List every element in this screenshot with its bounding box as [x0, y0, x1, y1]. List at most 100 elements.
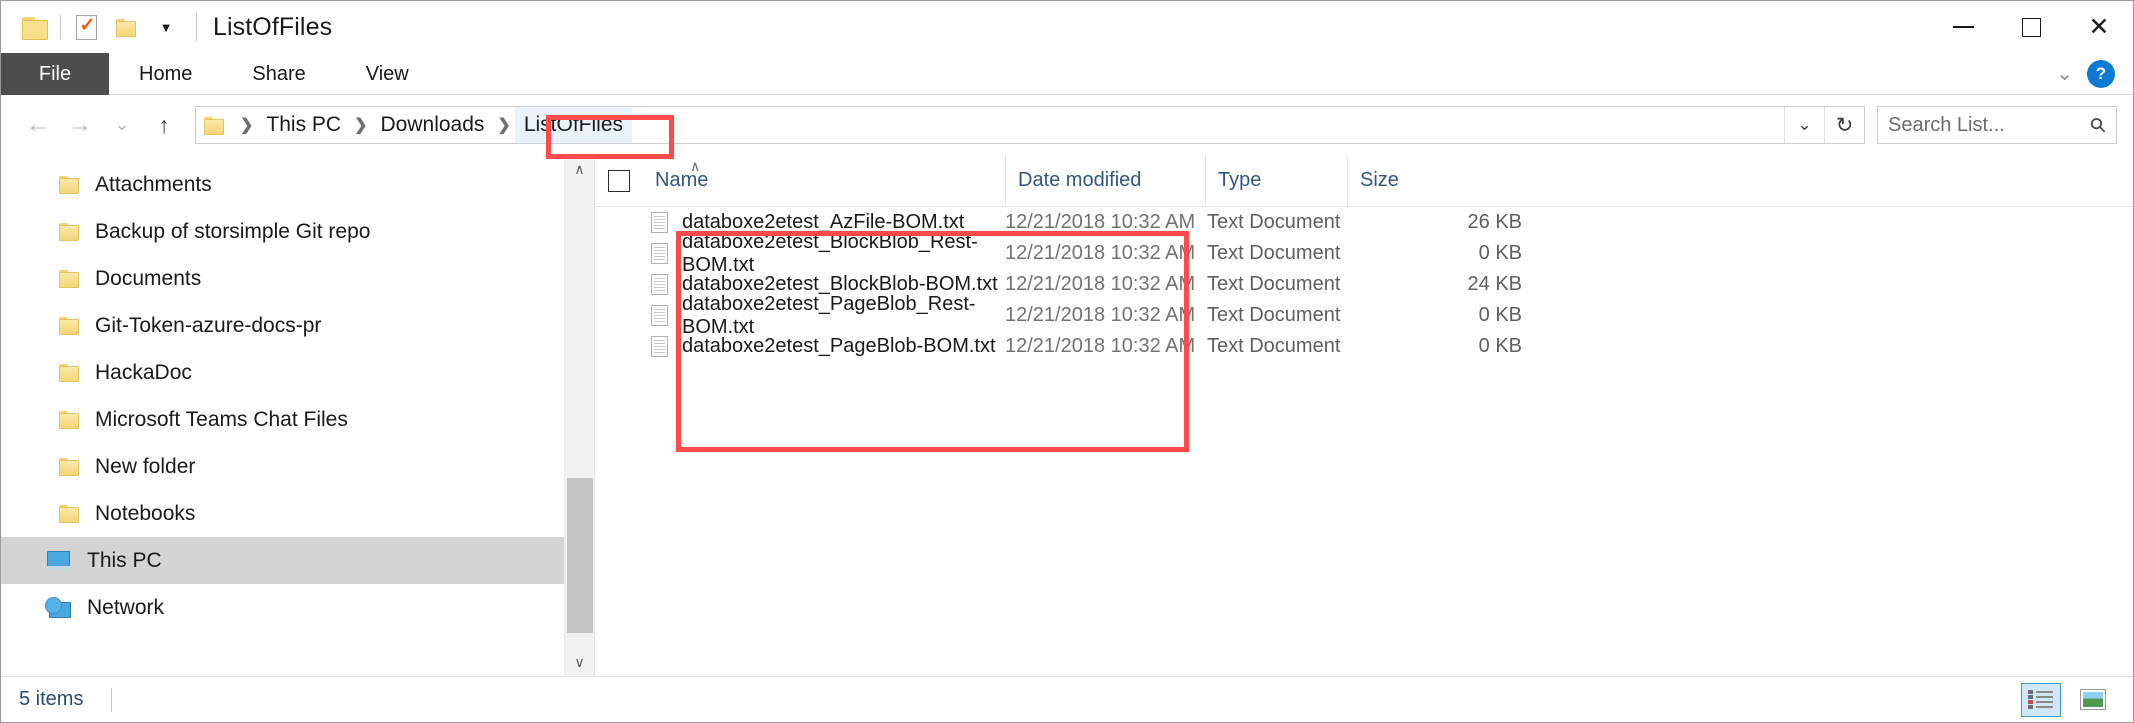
- table-row[interactable]: databoxe2etest_PageBlob_Rest-BOM.txt 12/…: [595, 293, 2133, 338]
- file-type-cell: Text Document: [1207, 242, 1341, 264]
- close-button[interactable]: ✕: [2065, 1, 2133, 53]
- text-document-icon: [651, 243, 668, 264]
- close-icon: ✕: [2088, 12, 2110, 41]
- select-all-checkbox[interactable]: [595, 169, 643, 192]
- column-header-type[interactable]: Type: [1205, 154, 1347, 207]
- sidebar-item-backup-storsimple[interactable]: Backup of storsimple Git repo: [1, 208, 564, 255]
- sidebar-item-label: Git-Token-azure-docs-pr: [95, 313, 322, 337]
- sidebar-item-label: Network: [87, 595, 165, 619]
- search-input[interactable]: Search List...: [1888, 114, 2091, 137]
- address-bar: ← → ⌄ ↑ ❯ This PC ❯ Downloads ❯ ListOfFi…: [1, 95, 2133, 155]
- sidebar-item-attachments[interactable]: Attachments: [1, 161, 564, 208]
- sidebar-scrollbar[interactable]: ∧ ∨: [564, 155, 594, 676]
- sidebar-item-label: New folder: [95, 454, 196, 478]
- text-document-icon: [651, 305, 668, 326]
- tab-view[interactable]: View: [336, 53, 439, 95]
- file-size-cell: 0 KB: [1478, 304, 1522, 326]
- scroll-down-icon[interactable]: ∨: [565, 648, 594, 676]
- sidebar-item-git-token-azure-docs-pr[interactable]: Git-Token-azure-docs-pr: [1, 302, 564, 349]
- search-box[interactable]: Search List... ⚲: [1877, 106, 2117, 144]
- large-icons-view-icon: [2080, 689, 2106, 710]
- large-icons-view-button[interactable]: [2073, 683, 2113, 717]
- sidebar-item-label: Documents: [95, 266, 202, 290]
- file-date-cell: 12/21/2018 10:32 AM: [1005, 304, 1196, 326]
- up-button[interactable]: ↑: [143, 105, 185, 145]
- window-controls: ✕: [1929, 1, 2133, 53]
- sidebar-item-documents[interactable]: Documents: [1, 255, 564, 302]
- ribbon-tabs: File Home Share View ⌄ ?: [1, 53, 2133, 95]
- breadcrumb-folder-icon: [204, 116, 224, 135]
- status-bar: 5 items: [1, 676, 2133, 722]
- properties-icon[interactable]: [66, 7, 106, 47]
- sidebar-item-network[interactable]: Network: [1, 584, 564, 631]
- scroll-up-icon[interactable]: ∧: [565, 155, 594, 183]
- file-name-label: databoxe2etest_PageBlob_Rest-BOM.txt: [682, 292, 976, 338]
- file-type-cell: Text Document: [1207, 335, 1341, 357]
- title-divider: [196, 13, 197, 41]
- table-row[interactable]: databoxe2etest_PageBlob-BOM.txt 12/21/20…: [595, 331, 2133, 362]
- navigation-pane: Attachments Backup of storsimple Git rep…: [1, 155, 595, 676]
- file-type-cell: Text Document: [1207, 304, 1341, 326]
- folder-icon: [59, 364, 79, 382]
- customize-caret-icon[interactable]: ▼: [146, 7, 186, 47]
- column-header-date-modified[interactable]: Date modified: [1005, 154, 1205, 207]
- explorer-body: Attachments Backup of storsimple Git rep…: [1, 154, 2133, 676]
- file-name-cell[interactable]: databoxe2etest_BlockBlob_Rest-BOM.txt: [595, 231, 1005, 277]
- new-folder-icon[interactable]: [106, 7, 146, 47]
- sidebar-item-hackadoc[interactable]: HackaDoc: [1, 349, 564, 396]
- folder-icon: [59, 317, 79, 335]
- sidebar-item-notebooks[interactable]: Notebooks: [1, 490, 564, 537]
- text-document-icon: [651, 212, 668, 233]
- breadcrumb-listoffiles[interactable]: ListOfFiles: [514, 107, 632, 143]
- tab-home[interactable]: Home: [109, 53, 222, 95]
- file-list-pane: ∧ Name Date modified Type Size databoxe2…: [595, 154, 2133, 676]
- file-size-cell: 24 KB: [1467, 273, 1522, 295]
- file-name-label: databoxe2etest_BlockBlob_Rest-BOM.txt: [682, 230, 978, 276]
- file-date-cell: 12/21/2018 10:32 AM: [1005, 242, 1196, 264]
- sidebar-item-new-folder[interactable]: New folder: [1, 443, 564, 490]
- file-date-cell: 12/21/2018 10:32 AM: [1005, 335, 1196, 357]
- maximize-button[interactable]: [1997, 1, 2065, 53]
- file-date-cell: 12/21/2018 10:32 AM: [1005, 211, 1196, 233]
- breadcrumb-downloads[interactable]: Downloads: [372, 107, 494, 143]
- sidebar-item-this-pc[interactable]: This PC: [1, 537, 564, 584]
- tab-share[interactable]: Share: [222, 53, 335, 95]
- sidebar-item-label: This PC: [87, 548, 162, 572]
- folder-icon: [59, 411, 79, 429]
- sidebar-item-label: Backup of storsimple Git repo: [95, 219, 371, 243]
- toolbar-divider: [60, 15, 61, 39]
- file-date-cell: 12/21/2018 10:32 AM: [1005, 273, 1196, 295]
- text-document-icon: [651, 336, 668, 357]
- column-header-size[interactable]: Size: [1347, 154, 1467, 207]
- sort-ascending-icon: ∧: [690, 158, 701, 174]
- ribbon-actions: ⌄ ?: [2056, 53, 2133, 94]
- file-name-cell[interactable]: databoxe2etest_PageBlob-BOM.txt: [595, 335, 1005, 358]
- back-button[interactable]: ←: [17, 105, 59, 145]
- expand-ribbon-chevron-icon[interactable]: ⌄: [2056, 61, 2073, 86]
- address-dropdown-icon[interactable]: ⌄: [1784, 107, 1824, 143]
- folder-icon: [59, 223, 79, 241]
- window-title: ListOfFiles: [213, 12, 333, 41]
- minimize-button[interactable]: [1929, 1, 1997, 53]
- sidebar-item-microsoft-teams-chat-files[interactable]: Microsoft Teams Chat Files: [1, 396, 564, 443]
- table-row[interactable]: databoxe2etest_BlockBlob_Rest-BOM.txt 12…: [595, 231, 2133, 276]
- sidebar-item-label: Attachments: [95, 172, 212, 196]
- forward-button[interactable]: →: [59, 105, 101, 145]
- breadcrumb-bar[interactable]: ❯ This PC ❯ Downloads ❯ ListOfFiles ⌄ ↻: [195, 106, 1865, 144]
- folder-icon[interactable]: [15, 7, 55, 47]
- file-name-label: databoxe2etest_PageBlob-BOM.txt: [682, 335, 996, 357]
- text-document-icon: [651, 274, 668, 295]
- recent-locations-button[interactable]: ⌄: [101, 105, 143, 145]
- sidebar-item-label: HackaDoc: [95, 360, 192, 384]
- file-name-cell[interactable]: databoxe2etest_PageBlob_Rest-BOM.txt: [595, 293, 1005, 339]
- refresh-icon[interactable]: ↻: [1824, 107, 1864, 143]
- help-button[interactable]: ?: [2087, 59, 2115, 88]
- tab-file[interactable]: File: [1, 53, 109, 95]
- details-view-button[interactable]: [2021, 682, 2061, 717]
- breadcrumb-this-pc[interactable]: This PC: [257, 107, 350, 143]
- scrollbar-track[interactable]: [565, 183, 594, 648]
- folder-tree: Attachments Backup of storsimple Git rep…: [1, 155, 564, 676]
- item-count-label: 5 items: [19, 688, 84, 710]
- breadcrumb-separator-icon: ❯: [354, 117, 368, 134]
- scrollbar-thumb[interactable]: [567, 478, 593, 633]
